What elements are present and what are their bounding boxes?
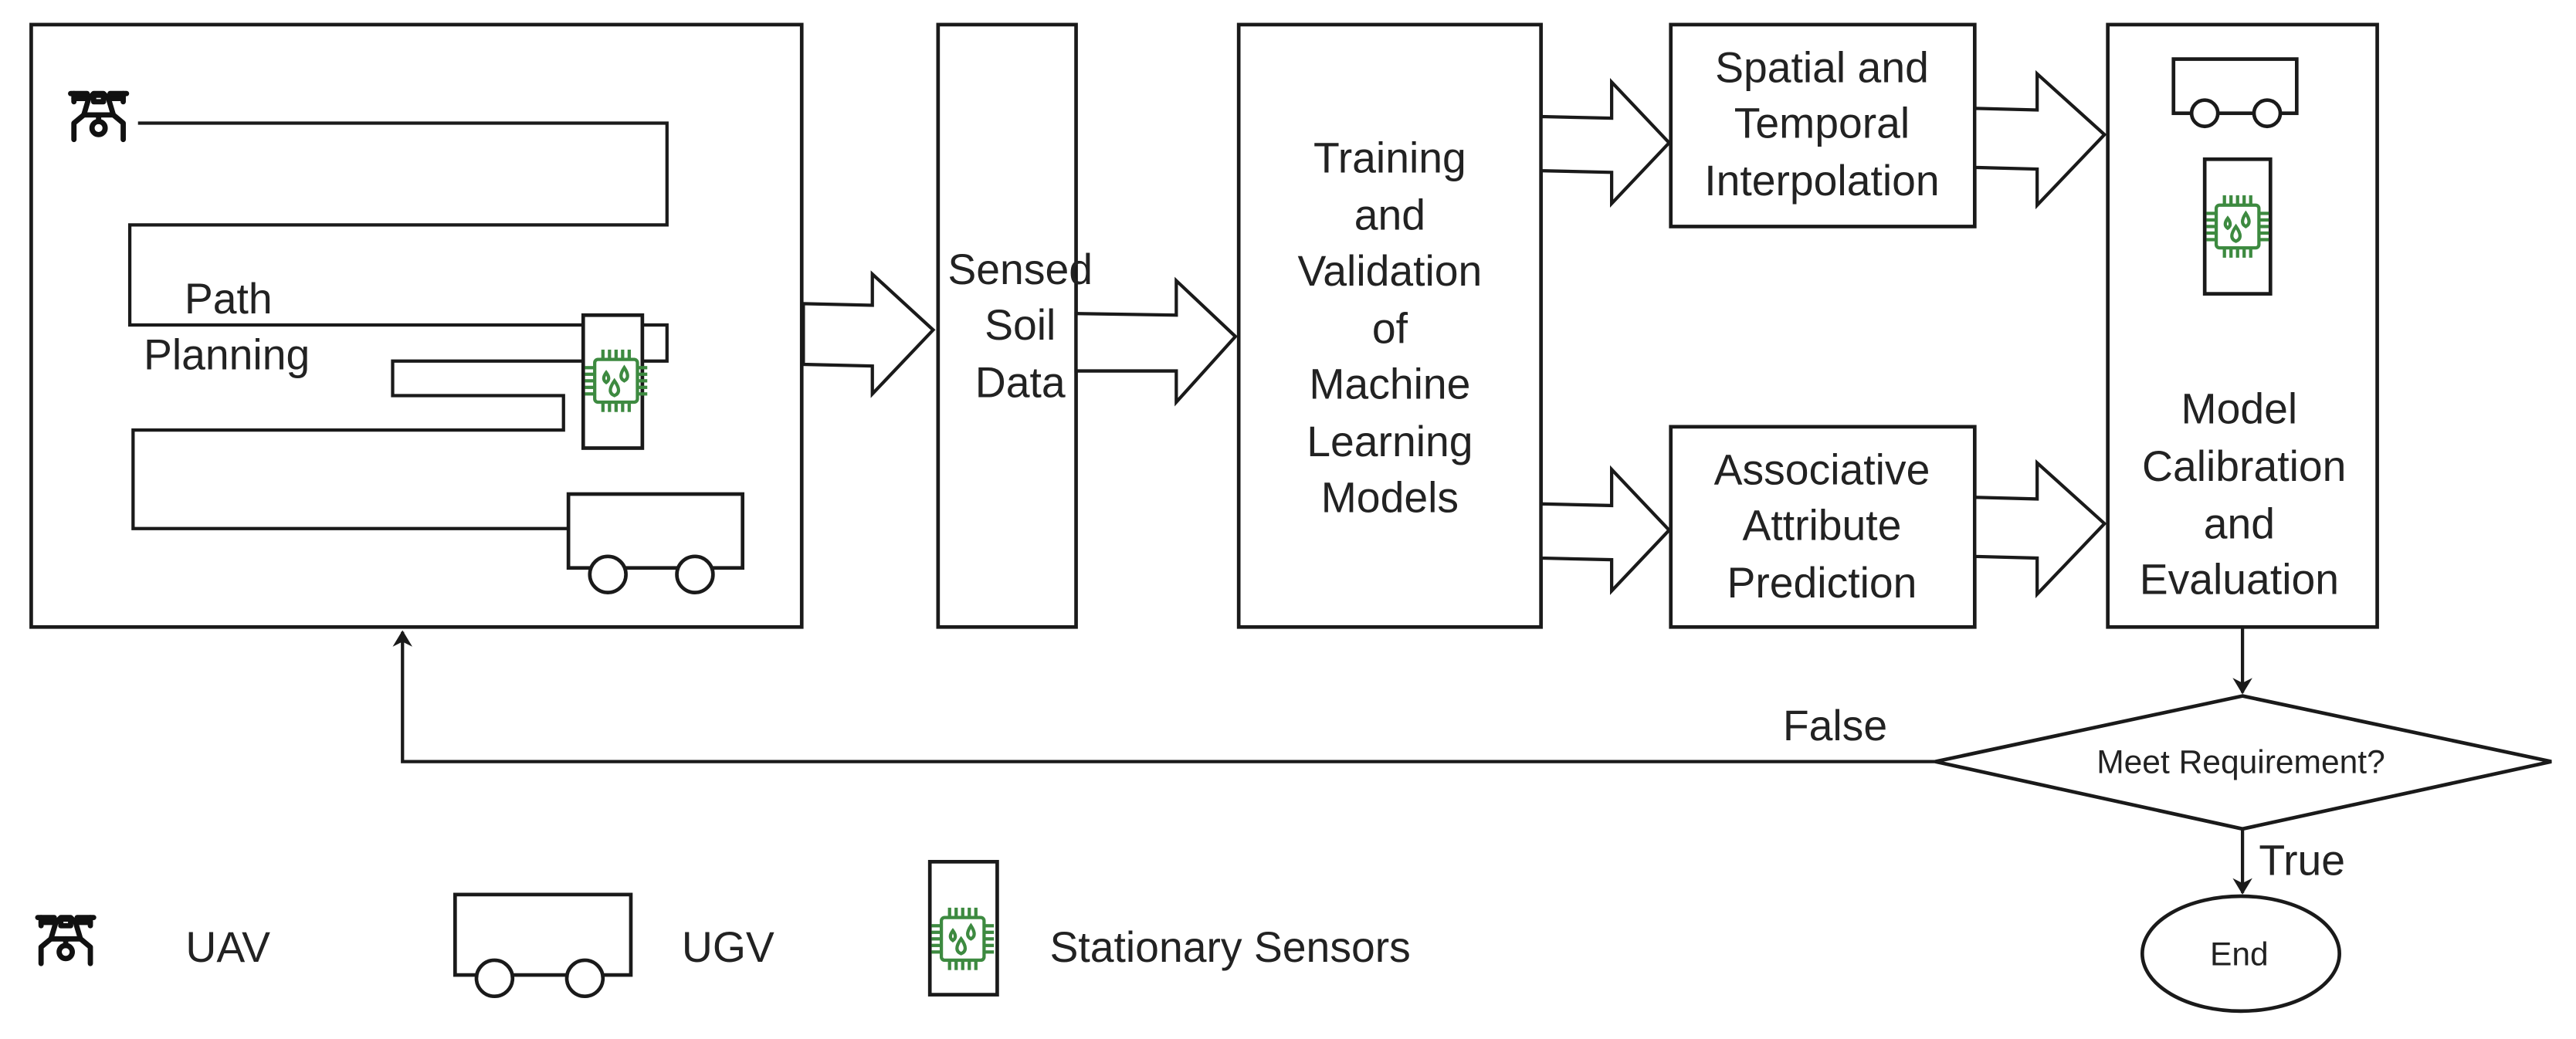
legend-label-sensors: Stationary Sensors xyxy=(1050,923,1411,971)
flow-arrow-4b xyxy=(1973,459,2107,599)
flow-arrow-3a xyxy=(1539,77,1672,208)
flow-arrow-1 xyxy=(802,270,936,398)
end-label: End xyxy=(2210,936,2269,973)
ugv-icon xyxy=(452,892,633,999)
sensed-line-2: Soil xyxy=(985,301,1056,349)
associative-line-2: Attribute xyxy=(1742,502,1901,550)
legend-label-ugv: UGV xyxy=(682,923,774,971)
training-line-6: Learning xyxy=(1307,418,1473,465)
calibration-line-2: Calibration xyxy=(2142,442,2346,490)
spatial-line-3: Interpolation xyxy=(1704,157,1939,205)
workflow-diagram: Path Planning Sensed Soil Data Training … xyxy=(29,22,2552,1014)
path-label-line2: Planning xyxy=(144,330,310,378)
training-line-7: Models xyxy=(1321,473,1459,521)
spatial-line-1: Spatial and xyxy=(1715,43,1929,91)
sensed-line-1: Sensed xyxy=(947,245,1093,293)
path-label-line1: Path xyxy=(185,275,273,323)
sensed-line-3: Data xyxy=(975,359,1066,407)
associative-line-1: Associative xyxy=(1714,445,1930,493)
flow-arrow-4a xyxy=(1973,69,2107,210)
false-feedback-arrow xyxy=(392,630,1936,763)
training-line-1: Training xyxy=(1313,134,1466,181)
training-line-4: of xyxy=(1372,304,1408,352)
decision-label: Meet Requirement? xyxy=(2096,744,2384,781)
training-line-3: Validation xyxy=(1297,247,1482,295)
associative-line-3: Prediction xyxy=(1727,559,1917,607)
flow-arrow-2 xyxy=(1074,276,1238,407)
true-label: True xyxy=(2259,836,2345,884)
spatial-line-2: Temporal xyxy=(1734,100,1910,147)
drone-icon xyxy=(38,918,93,964)
training-line-2: and xyxy=(1354,191,1425,239)
calibration-line-3: and xyxy=(2204,499,2275,547)
legend: UAV UGV Stationary Sensors xyxy=(38,860,1411,999)
training-line-5: Machine xyxy=(1309,360,1470,408)
calibration-line-1: Model xyxy=(2181,385,2298,433)
flow-arrow-3b xyxy=(1539,465,1672,595)
calibration-line-4: Evaluation xyxy=(2140,556,2339,604)
false-label: False xyxy=(1783,702,1887,750)
legend-label-uav: UAV xyxy=(185,923,270,971)
